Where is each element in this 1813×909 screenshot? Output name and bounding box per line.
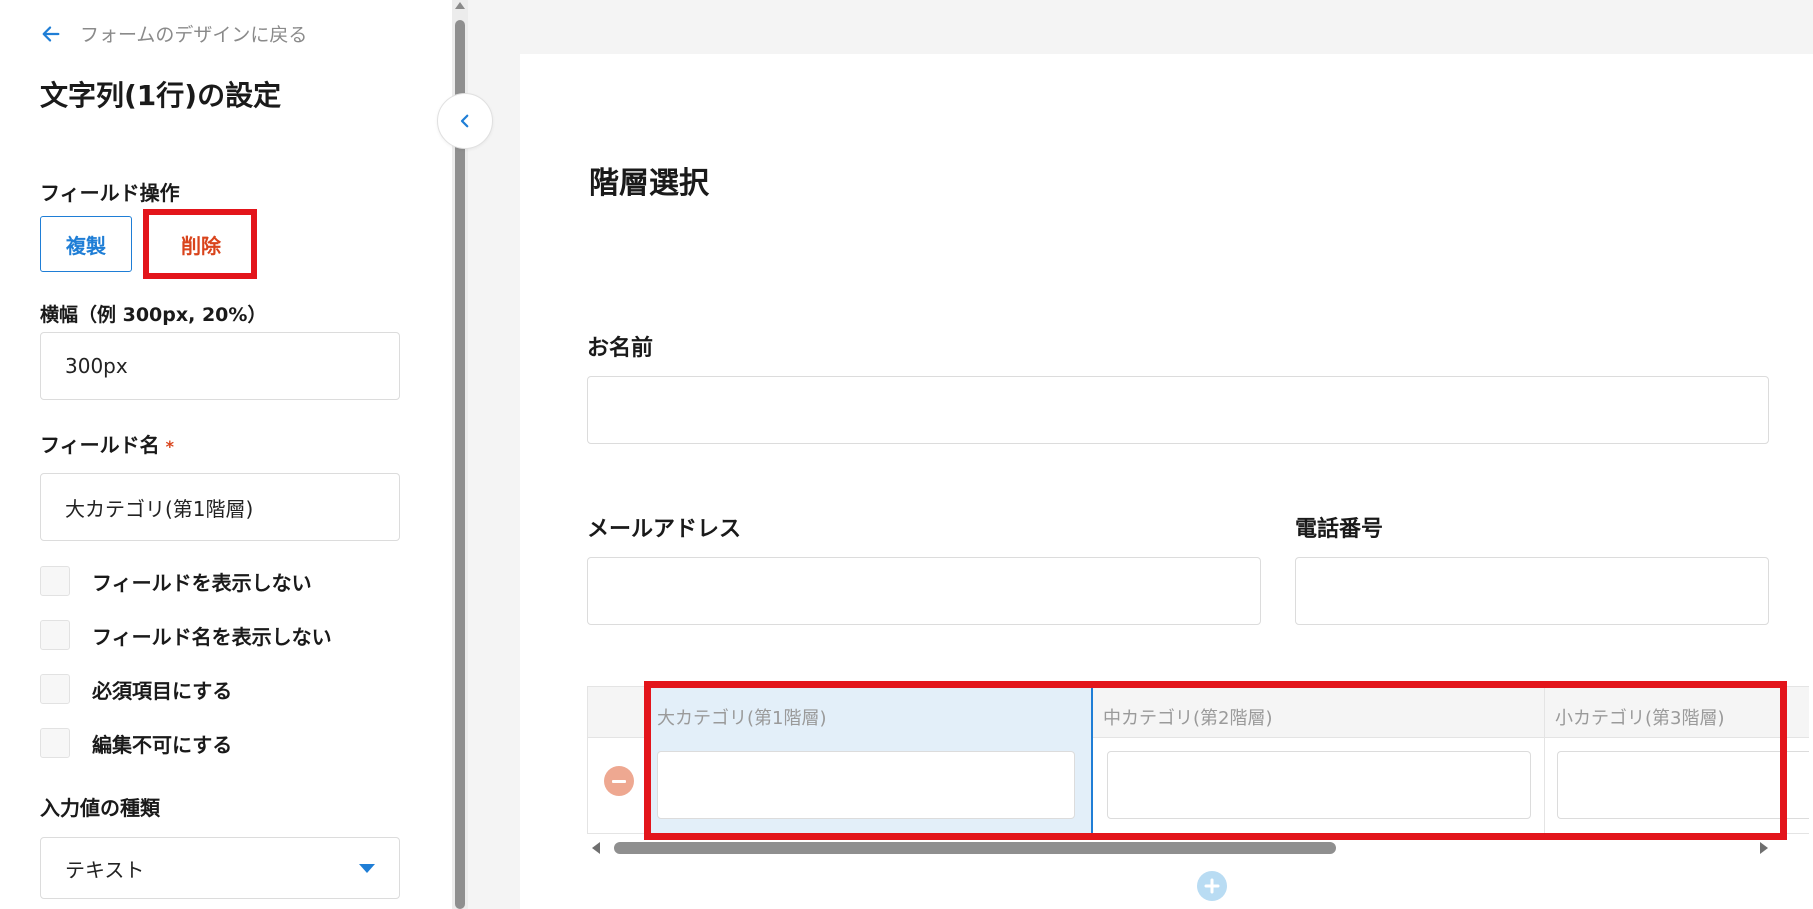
duplicate-button[interactable]: 複製 [40,216,132,272]
column-header[interactable]: 中カテゴリ(第2階層) [1093,686,1544,738]
large-category-cell-input[interactable] [657,751,1075,819]
minus-icon [612,779,626,783]
form-canvas: 階層選択 お名前 メールアドレス 電話番号 大カテゴリ(第1階層) 中カテゴリ(… [520,54,1813,909]
field-name-input[interactable] [40,473,400,541]
hide-field-checkbox[interactable]: フィールドを表示しない [40,566,312,596]
collapse-panel-button[interactable] [437,93,493,149]
phone-field-label: 電話番号 [1295,517,1384,542]
checkbox[interactable] [40,566,70,596]
name-field-label: お名前 [587,336,654,361]
form-title: 階層選択 [589,166,709,201]
table-horizontal-scrollbar[interactable] [590,840,1770,856]
row-controls-column [587,686,647,834]
scrollbar-thumb[interactable] [614,842,1336,854]
name-field[interactable] [587,376,1769,444]
settings-panel: フォームのデザインに戻る 文字列(1行)の設定 フィールド操作 複製 削除 横幅… [0,0,452,909]
email-field[interactable] [587,557,1261,625]
chevron-left-icon [460,114,469,128]
input-type-label: 入力値の種類 [40,796,160,820]
width-input[interactable] [40,332,400,400]
required-mark: * [165,437,174,456]
field-name-label: フィールド名 * [40,429,174,458]
checkbox-label: フィールドを表示しない [92,570,312,595]
checkbox-label: 編集不可にする [92,732,233,757]
field-name-label-text: フィールド名 [40,433,160,457]
checkbox[interactable] [40,728,70,758]
arrow-left-icon [42,25,60,42]
back-to-form-design-link[interactable]: フォームのデザインに戻る [40,20,307,47]
scroll-left-arrow-icon[interactable] [592,842,600,854]
phone-field[interactable] [1295,557,1769,625]
checkbox[interactable] [40,674,70,704]
medium-category-cell-input[interactable] [1107,751,1531,819]
back-link-label: フォームのデザインに戻る [80,24,308,46]
input-type-value: テキスト [65,857,145,882]
plus-icon [1204,878,1220,894]
readonly-checkbox[interactable]: 編集不可にする [40,728,232,758]
input-type-select[interactable]: テキスト [40,837,400,899]
checkbox[interactable] [40,620,70,650]
add-row-button[interactable] [1197,871,1227,901]
checkbox-label: フィールド名を表示しない [92,624,332,649]
column-header[interactable]: 小カテゴリ(第3階層) [1545,686,1809,738]
column-small-category[interactable]: 小カテゴリ(第3階層) [1545,686,1809,834]
column-header[interactable]: 大カテゴリ(第1階層) [647,686,1091,738]
required-checkbox[interactable]: 必須項目にする [40,674,232,704]
email-field-label: メールアドレス [587,517,742,542]
remove-row-button[interactable] [604,766,634,796]
scroll-up-arrow-icon[interactable] [455,2,465,9]
scroll-right-arrow-icon[interactable] [1760,842,1768,854]
app-root: フォームのデザインに戻る 文字列(1行)の設定 フィールド操作 複製 削除 横幅… [0,0,1813,909]
width-label: 横幅（例 300px, 20%） [40,304,267,326]
small-category-cell-input[interactable] [1557,751,1809,819]
checkbox-label: 必須項目にする [92,678,233,703]
column-medium-category[interactable]: 中カテゴリ(第2階層) [1093,686,1545,834]
delete-button[interactable]: 削除 [149,216,253,272]
field-operations-label: フィールド操作 [40,181,180,205]
hierarchy-table: 大カテゴリ(第1階層) 中カテゴリ(第2階層) 小カテゴリ(第3階層) [587,686,1809,834]
hide-field-name-checkbox[interactable]: フィールド名を表示しない [40,620,332,650]
panel-title: 文字列(1行)の設定 [40,79,282,112]
column-large-category[interactable]: 大カテゴリ(第1階層) [647,686,1093,834]
scrollbar-thumb[interactable] [455,20,465,909]
caret-down-icon [359,863,375,873]
